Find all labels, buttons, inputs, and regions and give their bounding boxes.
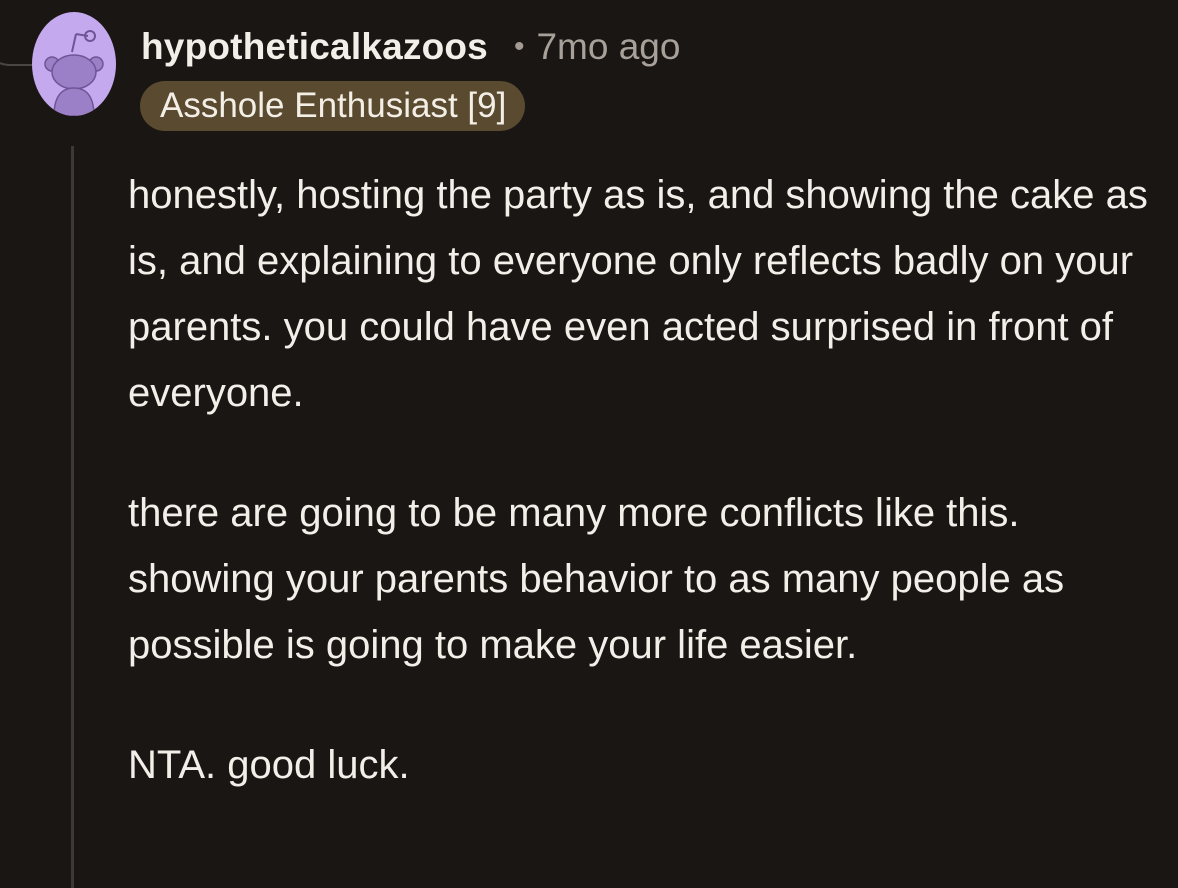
meta-separator: • bbox=[513, 30, 525, 63]
comment-paragraph: honestly, hosting the party as is, and s… bbox=[128, 173, 1148, 415]
username-link[interactable]: hypotheticalkazoos bbox=[141, 26, 488, 68]
user-avatar[interactable] bbox=[32, 12, 116, 116]
reddit-snoo-avatar-icon bbox=[44, 30, 104, 116]
comment-body: honestly, hosting the party as is, and s… bbox=[128, 162, 1168, 798]
comment-timestamp[interactable]: 7mo ago bbox=[536, 26, 680, 68]
comment-header: hypotheticalkazoos • 7mo ago bbox=[141, 22, 680, 72]
user-flair-badge: Asshole Enthusiast [9] bbox=[140, 81, 526, 131]
comment-paragraph: NTA. good luck. bbox=[128, 743, 410, 787]
comment-paragraph: there are going to be many more conflict… bbox=[128, 491, 1065, 667]
thread-collapse-line[interactable] bbox=[71, 146, 74, 888]
